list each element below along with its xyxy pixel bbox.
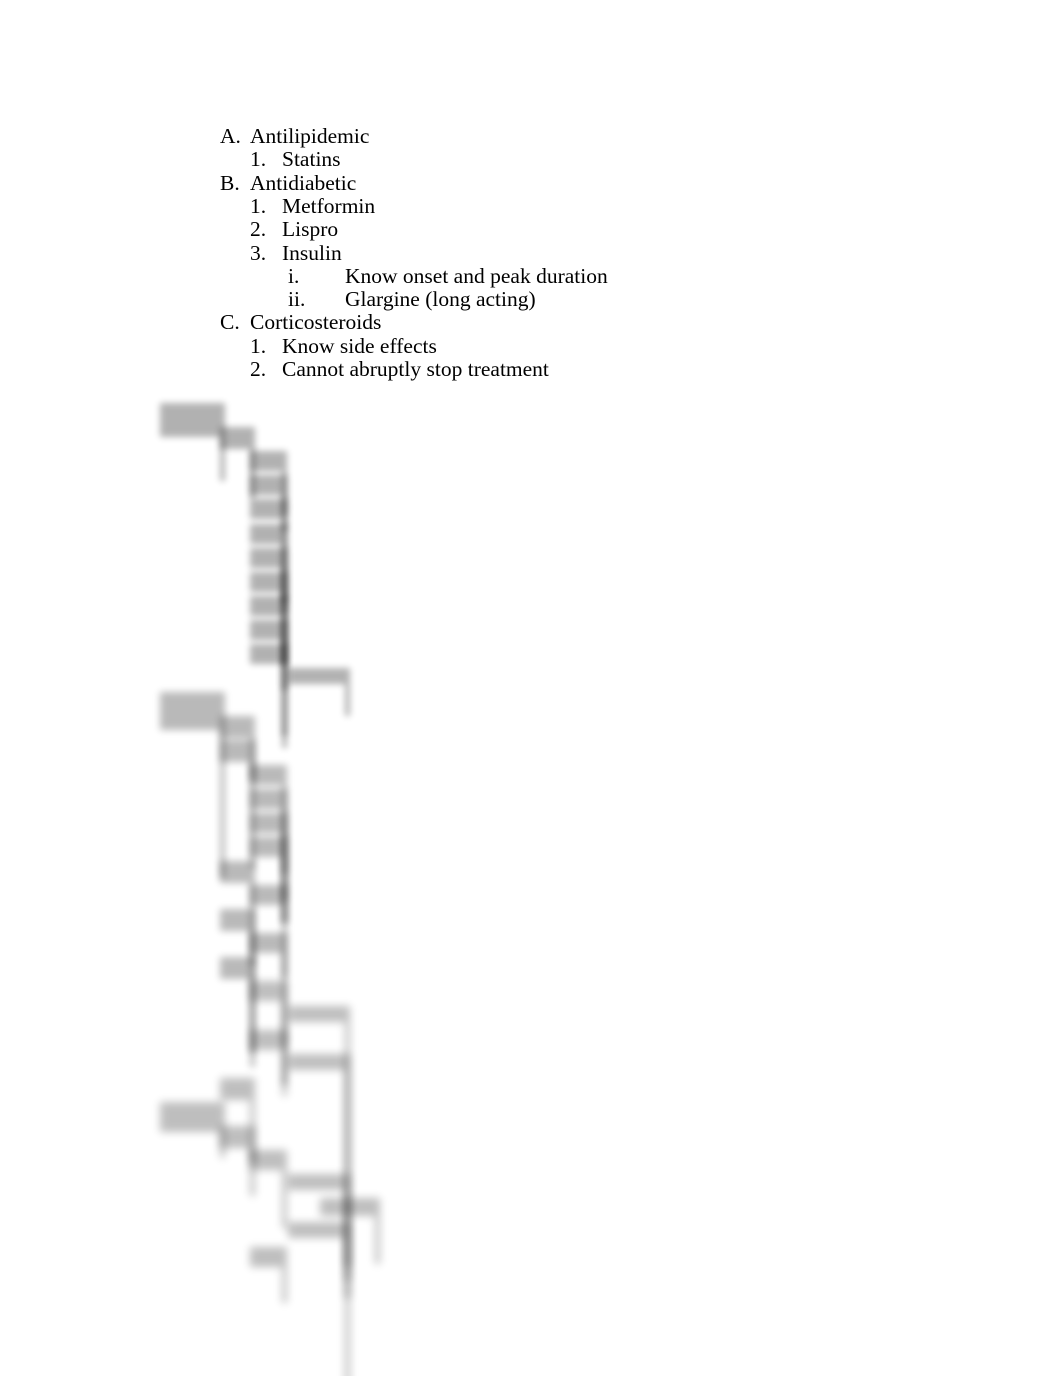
- outline-item-marker: 2.: [250, 217, 267, 242]
- outline-item-marker: 1.: [250, 147, 267, 172]
- outline-item-marker-obscured: [220, 848, 250, 883]
- outline-item-marker: C.: [220, 310, 240, 335]
- outline-item-obscured: [250, 631, 288, 748]
- outline-item-marker: 1.: [250, 193, 267, 218]
- outline-item-label: Antidiabetic: [250, 170, 357, 195]
- outline-item-marker-obscured: [288, 1209, 345, 1239]
- outline-item-marker: ii.: [288, 287, 306, 312]
- outline-item: A. Antilipidemic: [220, 124, 370, 148]
- outline-item-marker: 3.: [250, 240, 267, 265]
- outline-item-label-obscured: [375, 1185, 381, 1265]
- outline-item: 2. Cannot abruptly stop treatment: [250, 357, 549, 381]
- outline-item-marker-obscured: [160, 390, 220, 437]
- outline-item-marker: i.: [288, 263, 300, 288]
- outline-item: 1. Metformin: [250, 193, 376, 218]
- outline-item-marker-obscured: [220, 944, 250, 980]
- outline-item: i. Know onset and peak duration: [288, 263, 608, 288]
- outline-item-label-obscured: [282, 1234, 288, 1303]
- outline-item-marker: A.: [220, 124, 241, 148]
- outline-item-marker-obscured: [288, 655, 345, 685]
- outline-item-marker-obscured: [160, 679, 220, 731]
- outline-item-label-obscured: [282, 872, 288, 923]
- outline-item-label: Glargine (long acting): [345, 287, 536, 312]
- outline-item-obscured: [250, 1137, 288, 1229]
- outline-item-marker-obscured: [250, 1137, 282, 1171]
- outline-item-label: Antilipidemic: [250, 124, 370, 148]
- outline-item-label: Lispro: [282, 217, 339, 242]
- outline-item-obscured: [160, 390, 226, 481]
- outline-item-label-obscured: [282, 824, 288, 873]
- outline-item-label: Cannot abruptly stop treatment: [282, 357, 549, 381]
- outline-item-label: Know onset and peak duration: [345, 263, 608, 288]
- outline-item-label: Know side effects: [282, 333, 437, 358]
- outline-item-obscured: [250, 1017, 288, 1096]
- outline-item-marker-obscured: [220, 896, 250, 932]
- outline-item-label-obscured: [282, 631, 288, 748]
- outline-item-marker: 1.: [250, 333, 267, 358]
- outline-item: B. Antidiabetic: [220, 170, 357, 195]
- outline-item-label: Corticosteroids: [250, 310, 382, 335]
- outline-item: ii. Glargine (long acting): [288, 289, 536, 311]
- document-page: A. Antilipidemic 1. Statins B. Antidiabetic 1.…: [0, 0, 1062, 1376]
- outline-item-label-obscured: [345, 1209, 351, 1376]
- outline-item-marker-obscured: [220, 414, 250, 450]
- outline-item: 2. Lispro: [250, 219, 338, 241]
- outline-item-obscured: [160, 1089, 226, 1158]
- outline-item-marker-obscured: [220, 1113, 250, 1148]
- outline-item-obscured: [250, 824, 288, 873]
- outline-item-marker-obscured: [250, 1017, 282, 1050]
- outline-item-obscured: [160, 679, 226, 879]
- outline-item-marker-obscured: [250, 1234, 282, 1267]
- outline-item: C. Corticosteroids: [220, 312, 381, 334]
- outline-item-obscured: [288, 655, 351, 717]
- outline-item-marker-obscured: [250, 968, 282, 1002]
- outline-item-label-obscured: [345, 655, 351, 717]
- outline-item-marker-obscured: [288, 993, 345, 1022]
- outline-item-marker: B.: [220, 170, 240, 195]
- outline-item-obscured: [250, 1234, 288, 1303]
- outline-item-obscured: [250, 872, 288, 923]
- outline-item: 3. Insulin: [250, 240, 342, 265]
- outline-item-label-obscured: [282, 1137, 288, 1229]
- outline-item-label: Statins: [282, 147, 341, 172]
- outline-item: 1. Statins: [250, 149, 341, 171]
- outline-item-label-obscured: [282, 1017, 288, 1096]
- outline-item-marker-obscured: [250, 631, 282, 664]
- outline-item-marker-obscured: [160, 1089, 220, 1132]
- outline-item-marker-obscured: [220, 727, 250, 763]
- outline-item-marker-obscured: [288, 1041, 345, 1070]
- outline-item: 1. Know side effects: [250, 333, 437, 358]
- outline-item-marker: 2.: [250, 357, 267, 381]
- outline-item-label: Insulin: [282, 240, 342, 265]
- outline-item-obscured: [288, 1209, 351, 1376]
- outline-item-label: Metformin: [282, 193, 376, 218]
